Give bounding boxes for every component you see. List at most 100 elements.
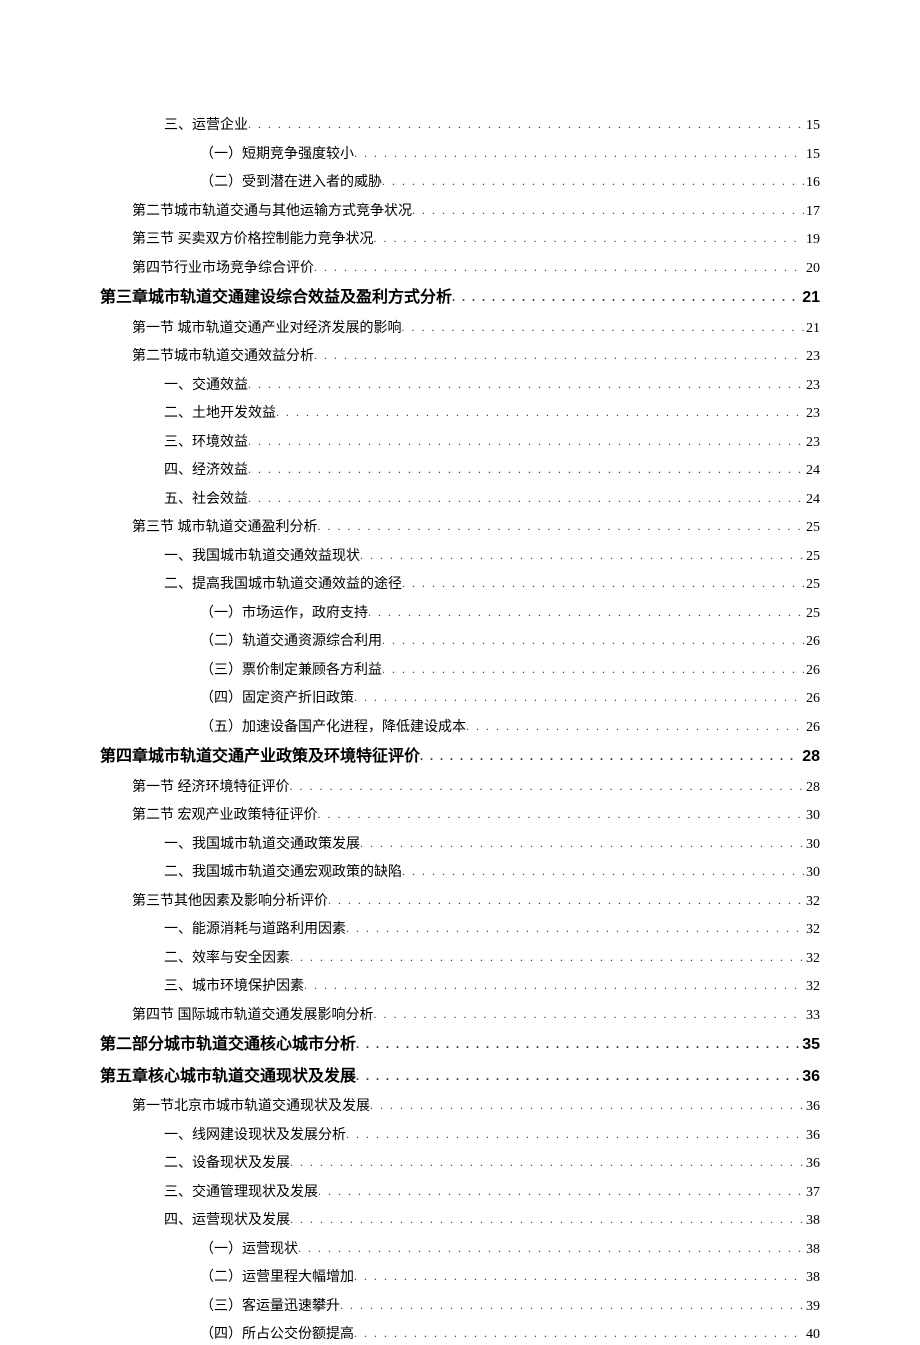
toc-entry-page: 37 — [804, 1182, 820, 1203]
toc-entry: （五）加速设备国产化进程，降低建设成本 . . . . . . . . . . … — [200, 717, 820, 738]
toc-entry: 第三节其他因素及影响分析评价 . . . . . . . . . . . . .… — [132, 891, 820, 912]
toc-entry-title: （三）客运量迅速攀升 — [200, 1296, 340, 1317]
toc-leader-dots: . . . . . . . . . . . . . . . . . . . . … — [374, 1005, 805, 1023]
toc-entry: 一、我国城市轨道交通政策发展 . . . . . . . . . . . . .… — [164, 834, 820, 855]
toc-entry-page: 32 — [804, 919, 820, 940]
toc-entry-page: 32 — [804, 976, 820, 997]
toc-entry-title: 第二部分城市轨道交通核心城市分析 — [100, 1033, 356, 1057]
toc-entry-title: （一）短期竞争强度较小 — [200, 144, 354, 165]
toc-leader-dots: . . . . . . . . . . . . . . . . . . . . … — [382, 631, 804, 649]
toc-entry: 第三章城市轨道交通建设综合效益及盈利方式分析 . . . . . . . . .… — [100, 286, 820, 310]
toc-entry-title: 第三节其他因素及影响分析评价 — [132, 891, 328, 912]
toc-leader-dots: . . . . . . . . . . . . . . . . . . . . … — [356, 1067, 800, 1085]
toc-entry-page: 26 — [804, 660, 820, 681]
toc-entry: 二、土地开发效益 . . . . . . . . . . . . . . . .… — [164, 403, 820, 424]
toc-entry-page: 21 — [804, 318, 820, 339]
toc-entry-title: （五）加速设备国产化进程，降低建设成本 — [200, 717, 466, 738]
toc-entry-title: 二、效率与安全因素 — [164, 948, 290, 969]
toc-leader-dots: . . . . . . . . . . . . . . . . . . . . … — [452, 288, 800, 306]
toc-entry: 第四节 国际城市轨道交通发展影响分析 . . . . . . . . . . .… — [132, 1005, 820, 1026]
toc-entry: 三、交通管理现状及发展 . . . . . . . . . . . . . . … — [164, 1182, 820, 1203]
toc-entry-title: （二）运营里程大幅增加 — [200, 1267, 354, 1288]
toc-entry: （四）所占公交份额提高 . . . . . . . . . . . . . . … — [200, 1324, 820, 1345]
toc-entry-page: 36 — [800, 1065, 820, 1089]
toc-leader-dots: . . . . . . . . . . . . . . . . . . . . … — [298, 1239, 804, 1257]
toc-leader-dots: . . . . . . . . . . . . . . . . . . . . … — [304, 976, 804, 994]
toc-entry-title: 一、线网建设现状及发展分析 — [164, 1125, 346, 1146]
toc-entry-title: 第四节行业市场竞争综合评价 — [132, 258, 314, 279]
toc-entry-title: （二）轨道交通资源综合利用 — [200, 631, 382, 652]
toc-leader-dots: . . . . . . . . . . . . . . . . . . . . … — [314, 258, 804, 276]
toc-leader-dots: . . . . . . . . . . . . . . . . . . . . … — [314, 346, 804, 364]
toc-entry-page: 35 — [800, 1033, 820, 1057]
toc-leader-dots: . . . . . . . . . . . . . . . . . . . . … — [276, 403, 804, 421]
toc-leader-dots: . . . . . . . . . . . . . . . . . . . . … — [360, 834, 804, 852]
toc-entry-title: 一、能源消耗与道路利用因素 — [164, 919, 346, 940]
toc-entry-page: 30 — [804, 834, 820, 855]
toc-entry: 第二节城市轨道交通效益分析 . . . . . . . . . . . . . … — [132, 346, 820, 367]
toc-entry: 第五章核心城市轨道交通现状及发展 . . . . . . . . . . . .… — [100, 1065, 820, 1089]
toc-leader-dots: . . . . . . . . . . . . . . . . . . . . … — [248, 375, 804, 393]
toc-entry-title: 二、土地开发效益 — [164, 403, 276, 424]
toc-entry-page: 25 — [804, 574, 820, 595]
toc-entry-page: 38 — [804, 1239, 820, 1260]
toc-entry-page: 38 — [804, 1210, 820, 1231]
toc-entry: 二、效率与安全因素 . . . . . . . . . . . . . . . … — [164, 948, 820, 969]
toc-entry-title: 第三章城市轨道交通建设综合效益及盈利方式分析 — [100, 286, 452, 310]
toc-entry-title: （三）票价制定兼顾各方利益 — [200, 660, 382, 681]
toc-entry-page: 32 — [804, 891, 820, 912]
toc-entry-page: 32 — [804, 948, 820, 969]
toc-entry: 四、经济效益 . . . . . . . . . . . . . . . . .… — [164, 460, 820, 481]
toc-leader-dots: . . . . . . . . . . . . . . . . . . . . … — [318, 1182, 804, 1200]
toc-entry-title: 二、提高我国城市轨道交通效益的途径 — [164, 574, 402, 595]
toc-leader-dots: . . . . . . . . . . . . . . . . . . . . … — [346, 919, 804, 937]
table-of-contents: 三、运营企业 . . . . . . . . . . . . . . . . .… — [100, 115, 820, 1345]
toc-entry-page: 21 — [800, 286, 820, 310]
toc-entry: 一、我国城市轨道交通效益现状 . . . . . . . . . . . . .… — [164, 546, 820, 567]
toc-leader-dots: . . . . . . . . . . . . . . . . . . . . … — [318, 805, 805, 823]
toc-entry-title: 第一节 城市轨道交通产业对经济发展的影响 — [132, 318, 402, 339]
toc-entry-title: 第二节 宏观产业政策特征评价 — [132, 805, 318, 826]
toc-entry-title: （一）市场运作，政府支持 — [200, 603, 368, 624]
toc-leader-dots: . . . . . . . . . . . . . . . . . . . . … — [402, 318, 805, 336]
toc-entry-title: 一、交通效益 — [164, 375, 248, 396]
toc-entry: （三）客运量迅速攀升 . . . . . . . . . . . . . . .… — [200, 1296, 820, 1317]
toc-leader-dots: . . . . . . . . . . . . . . . . . . . . … — [412, 201, 804, 219]
toc-entry-title: 第一节 经济环境特征评价 — [132, 777, 290, 798]
toc-entry-title: 第二节城市轨道交通效益分析 — [132, 346, 314, 367]
toc-entry-page: 30 — [804, 862, 820, 883]
toc-leader-dots: . . . . . . . . . . . . . . . . . . . . … — [248, 115, 804, 133]
toc-entry: 三、环境效益 . . . . . . . . . . . . . . . . .… — [164, 432, 820, 453]
toc-entry: 第二部分城市轨道交通核心城市分析 . . . . . . . . . . . .… — [100, 1033, 820, 1057]
toc-entry-page: 26 — [804, 688, 820, 709]
toc-entry: （一）市场运作，政府支持 . . . . . . . . . . . . . .… — [200, 603, 820, 624]
toc-entry: 二、设备现状及发展 . . . . . . . . . . . . . . . … — [164, 1153, 820, 1174]
toc-entry: （二）运营里程大幅增加 . . . . . . . . . . . . . . … — [200, 1267, 820, 1288]
toc-entry-page: 28 — [800, 745, 820, 769]
toc-entry-page: 25 — [804, 517, 820, 538]
toc-leader-dots: . . . . . . . . . . . . . . . . . . . . … — [370, 1096, 804, 1114]
toc-leader-dots: . . . . . . . . . . . . . . . . . . . . … — [290, 777, 805, 795]
toc-entry-page: 26 — [804, 631, 820, 652]
toc-entry-title: 二、设备现状及发展 — [164, 1153, 290, 1174]
toc-entry-title: 一、我国城市轨道交通政策发展 — [164, 834, 360, 855]
toc-entry-title: 第三节 买卖双方价格控制能力竞争状况 — [132, 229, 374, 250]
toc-entry-page: 17 — [804, 201, 820, 222]
toc-entry-page: 23 — [804, 375, 820, 396]
toc-entry-page: 24 — [804, 460, 820, 481]
toc-leader-dots: . . . . . . . . . . . . . . . . . . . . … — [374, 229, 805, 247]
toc-entry-page: 23 — [804, 346, 820, 367]
toc-leader-dots: . . . . . . . . . . . . . . . . . . . . … — [248, 460, 804, 478]
toc-entry-title: （四）所占公交份额提高 — [200, 1324, 354, 1345]
toc-entry-page: 15 — [804, 115, 820, 136]
toc-entry-title: 第三节 城市轨道交通盈利分析 — [132, 517, 318, 538]
toc-entry-page: 30 — [804, 805, 820, 826]
toc-entry-title: 三、交通管理现状及发展 — [164, 1182, 318, 1203]
toc-entry: 第二节城市轨道交通与其他运输方式竞争状况 . . . . . . . . . .… — [132, 201, 820, 222]
toc-entry: 第四章城市轨道交通产业政策及环境特征评价 . . . . . . . . . .… — [100, 745, 820, 769]
toc-entry: （二）轨道交通资源综合利用 . . . . . . . . . . . . . … — [200, 631, 820, 652]
toc-entry: 四、运营现状及发展 . . . . . . . . . . . . . . . … — [164, 1210, 820, 1231]
toc-entry-title: 第四章城市轨道交通产业政策及环境特征评价 — [100, 745, 420, 769]
toc-entry-page: 16 — [804, 172, 820, 193]
toc-leader-dots: . . . . . . . . . . . . . . . . . . . . … — [368, 603, 804, 621]
